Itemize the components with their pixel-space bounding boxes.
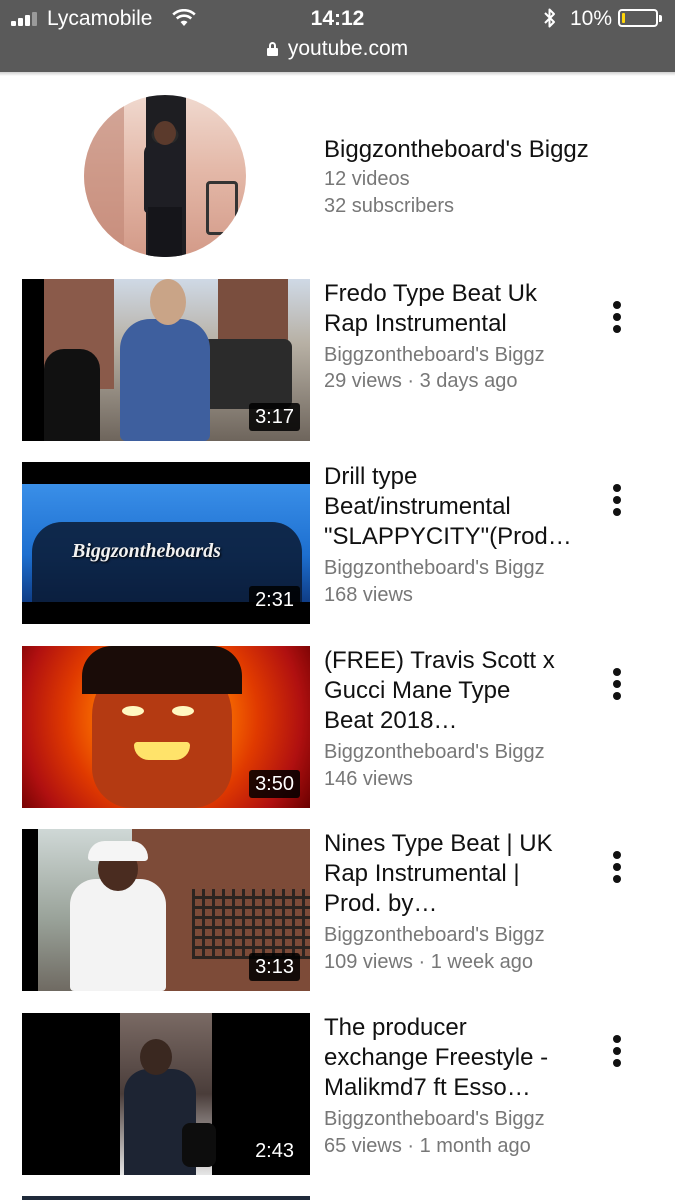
video-title[interactable]: Drill type Beat/instrumental "SLAPPYCITY"(…: [324, 462, 572, 552]
video-channel: Biggzontheboard's Biggz: [324, 557, 545, 579]
video-item[interactable]: 3:50 (FREE) Travis Scott x Gucci Mane Typ…: [0, 646, 675, 809]
video-title[interactable]: (FREE) Travis Scott x Gucci Mane Type Beat…: [324, 646, 572, 736]
bluetooth-icon: [544, 8, 555, 28]
channel-subscriber-count: 32 subscribers: [324, 195, 455, 217]
channel-video-count: 12 videos: [324, 168, 410, 190]
video-duration: 2:31: [249, 586, 300, 614]
thumbnail-logo-text: Biggzontheboards: [72, 540, 221, 562]
video-thumbnail[interactable]: 2:43: [22, 1013, 310, 1175]
video-duration: 3:13: [249, 953, 300, 981]
video-thumbnail[interactable]: Biggzontheboards 2:31: [22, 462, 310, 624]
video-item[interactable]: 3:13 Nines Type Beat | UK Rap Instrumenta…: [0, 829, 675, 992]
channel-name[interactable]: Biggzontheboard's Biggz: [324, 135, 589, 165]
lock-icon: [266, 42, 278, 56]
video-channel: Biggzontheboard's Biggz: [324, 344, 545, 366]
divider: [0, 72, 675, 76]
more-options-icon[interactable]: [604, 480, 630, 520]
video-duration: 2:43: [249, 1137, 300, 1165]
video-channel: Biggzontheboard's Biggz: [324, 1108, 545, 1130]
video-channel: Biggzontheboard's Biggz: [324, 741, 545, 763]
video-meta: 29 views · 3 days ago: [324, 370, 518, 392]
url-text: youtube.com: [287, 37, 409, 60]
video-title[interactable]: The producer exchange Freestyle - Malikmd7…: [324, 1013, 572, 1103]
battery-level: [622, 13, 625, 23]
video-item[interactable]: 3:17 Fredo Type Beat Uk Rap Instrumental …: [0, 279, 675, 442]
video-thumbnail[interactable]: 3:50: [22, 646, 310, 808]
battery-icon: [618, 9, 662, 27]
video-duration: 3:17: [249, 403, 300, 431]
video-thumbnail[interactable]: 3:17: [22, 279, 310, 441]
channel-avatar[interactable]: [84, 95, 246, 257]
address-bar[interactable]: youtube.com: [0, 36, 675, 64]
more-options-icon[interactable]: [604, 664, 630, 704]
video-meta: 146 views: [324, 768, 413, 790]
video-item[interactable]: 2:43 The producer exchange Freestyle - Mal…: [0, 1013, 675, 1176]
video-duration: 3:50: [249, 770, 300, 798]
more-options-icon[interactable]: [604, 1031, 630, 1071]
video-item[interactable]: Biggzontheboards 2:31 Drill type Beat/ins…: [0, 462, 675, 625]
video-meta: 109 views · 1 week ago: [324, 951, 534, 973]
video-meta: 168 views: [324, 584, 413, 606]
video-title[interactable]: Nines Type Beat | UK Rap Instrumental | Pr…: [324, 829, 572, 919]
video-meta: 65 views · 1 month ago: [324, 1135, 531, 1157]
more-options-icon[interactable]: [604, 847, 630, 887]
video-title[interactable]: Fredo Type Beat Uk Rap Instrumental: [324, 279, 572, 339]
browser-top-bar: Lycamobile 14:12 10% youtube.com: [0, 0, 675, 72]
more-options-icon[interactable]: [604, 297, 630, 337]
status-bar: Lycamobile 14:12 10%: [0, 0, 675, 38]
next-video-thumbnail-partial[interactable]: [22, 1196, 310, 1200]
video-thumbnail[interactable]: 3:13: [22, 829, 310, 991]
battery-percent: 10%: [570, 7, 613, 30]
video-channel: Biggzontheboard's Biggz: [324, 924, 545, 946]
